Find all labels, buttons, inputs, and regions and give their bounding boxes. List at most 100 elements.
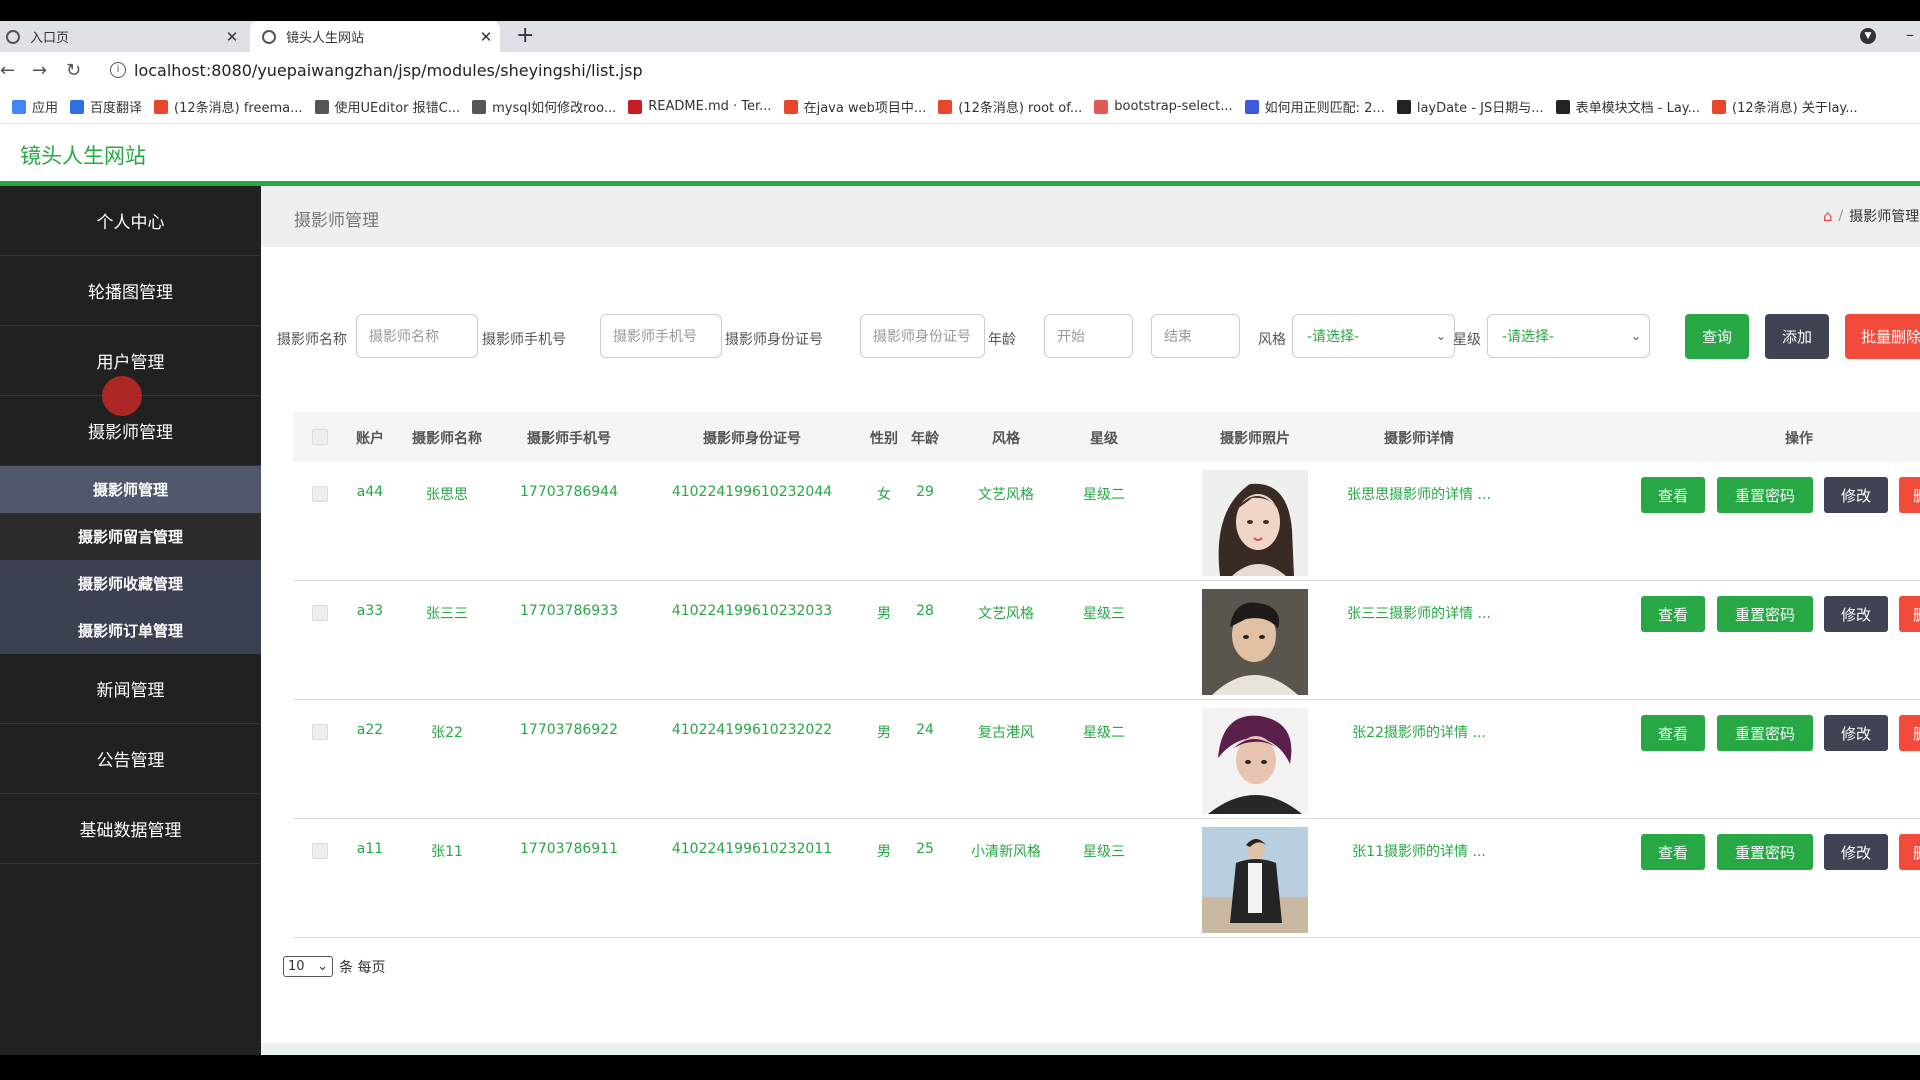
row-checkbox[interactable] <box>312 724 328 740</box>
sidebar-item-base-data[interactable]: 基础数据管理 <box>0 794 261 864</box>
delete-button[interactable]: 删除 <box>1899 834 1920 870</box>
submenu-item-photographer-favorites[interactable]: 摄影师收藏管理 <box>0 560 261 607</box>
name-input[interactable]: 摄影师名称 <box>356 314 478 358</box>
edit-button[interactable]: 修改 <box>1824 477 1888 513</box>
view-button[interactable]: 查看 <box>1641 834 1705 870</box>
cell-account: a11 <box>356 841 384 857</box>
new-tab-icon[interactable]: + <box>516 23 534 48</box>
tab-search-icon[interactable]: ▼ <box>1860 28 1876 44</box>
row-checkbox[interactable] <box>312 843 328 859</box>
view-button[interactable]: 查看 <box>1641 715 1705 751</box>
row-checkbox[interactable] <box>312 605 328 621</box>
site-title[interactable]: 镜头人生网站 <box>20 140 146 170</box>
sidebar: 个人中心 轮播图管理 用户管理 摄影师管理 摄影师管理 摄影师留言管理 摄影师收… <box>0 186 261 1055</box>
cell-gender: 男 <box>877 606 891 622</box>
info-icon[interactable]: i <box>110 62 126 78</box>
reload-icon[interactable]: ↻ <box>66 60 81 81</box>
filter-label-name: 摄影师名称 <box>277 332 347 348</box>
batch-delete-button[interactable]: 批量删除 <box>1845 314 1920 359</box>
bookmark-label: 使用UEditor 报错C... <box>334 101 461 116</box>
back-icon[interactable]: ← <box>0 60 15 81</box>
photographer-photo[interactable] <box>1202 589 1308 695</box>
bookmark-item[interactable]: bootstrap-select... <box>1094 99 1233 114</box>
bookmark-item[interactable]: 如何用正则匹配: 2... <box>1244 97 1385 116</box>
close-icon[interactable]: ✕ <box>218 28 246 46</box>
edit-button[interactable]: 修改 <box>1824 715 1888 751</box>
submenu-item-photographer-orders[interactable]: 摄影师订单管理 <box>0 607 261 654</box>
star-select[interactable]: -请选择- ⌄ <box>1487 314 1650 358</box>
cell-detail[interactable]: 张11摄影师的详情 ... <box>1352 841 1486 861</box>
address-bar: ← → ↻ i localhost:8080/yuepaiwangzhan/js… <box>0 52 1920 90</box>
query-button[interactable]: 查询 <box>1685 314 1749 359</box>
bookmark-label: bootstrap-select... <box>1114 99 1233 114</box>
age-end-input[interactable]: 结束 <box>1151 314 1240 358</box>
bookmark-item[interactable]: 百度翻译 <box>70 97 142 116</box>
bookmark-item[interactable]: (12条消息) root of... <box>938 97 1082 116</box>
reset-password-button[interactable]: 重置密码 <box>1717 477 1813 513</box>
bookmark-item[interactable]: README.md · Ter... <box>628 99 772 114</box>
view-button[interactable]: 查看 <box>1641 477 1705 513</box>
photographer-photo[interactable] <box>1202 827 1308 933</box>
edit-button[interactable]: 修改 <box>1824 596 1888 632</box>
globe-icon <box>6 29 20 44</box>
reset-password-button[interactable]: 重置密码 <box>1717 596 1813 632</box>
delete-button[interactable]: 删除 <box>1899 477 1920 513</box>
bookmark-favicon-icon <box>70 99 85 114</box>
page-size-select[interactable]: 10 ⌄ <box>283 956 333 977</box>
bookmark-item[interactable]: 使用UEditor 报错C... <box>314 97 461 116</box>
sidebar-submenu: 摄影师管理 摄影师留言管理 摄影师收藏管理 摄影师订单管理 <box>0 466 261 654</box>
idcard-input[interactable]: 摄影师身份证号 <box>860 314 985 358</box>
filter-label-star: 星级 <box>1453 332 1481 348</box>
cell-detail[interactable]: 张思思摄影师的详情 ... <box>1347 484 1491 504</box>
photographer-photo[interactable] <box>1202 470 1308 576</box>
edit-button[interactable]: 修改 <box>1824 834 1888 870</box>
sidebar-item-news[interactable]: 新闻管理 <box>0 654 261 724</box>
cell-star: 星级二 <box>1083 487 1125 503</box>
bookmark-item[interactable]: (12条消息) 关于lay... <box>1712 97 1858 116</box>
tab-site[interactable]: 镜头人生网站 ✕ <box>250 21 500 52</box>
cell-account: a33 <box>356 603 384 619</box>
bookmark-label: (12条消息) root of... <box>958 101 1083 116</box>
add-button[interactable]: 添加 <box>1765 314 1829 359</box>
sidebar-item-personal-center[interactable]: 个人中心 <box>0 186 261 256</box>
sidebar-item-notices[interactable]: 公告管理 <box>0 724 261 794</box>
view-button[interactable]: 查看 <box>1641 596 1705 632</box>
cell-style: 文艺风格 <box>978 606 1034 622</box>
minimize-icon[interactable]: – <box>1906 25 1914 44</box>
tab-strip: 入口页 ✕ 镜头人生网站 ✕ + ▼ – <box>0 21 1920 52</box>
table-row: a11 张11 17703786911 410224199610232011 男… <box>293 819 1920 938</box>
cell-name: 张三三 <box>426 606 468 622</box>
close-icon[interactable]: ✕ <box>472 28 500 46</box>
reset-password-button[interactable]: 重置密码 <box>1717 715 1813 751</box>
cell-detail[interactable]: 张22摄影师的详情 ... <box>1352 722 1486 742</box>
cell-detail[interactable]: 张三三摄影师的详情 ... <box>1347 603 1491 623</box>
select-all-checkbox[interactable] <box>312 429 328 445</box>
column-header: 摄影师身份证号 <box>703 431 801 447</box>
row-checkbox[interactable] <box>312 486 328 502</box>
tab-entry-page[interactable]: 入口页 ✕ <box>0 21 246 52</box>
delete-button[interactable]: 删除 <box>1899 596 1920 632</box>
reset-password-button[interactable]: 重置密码 <box>1717 834 1813 870</box>
filter-bar: 摄影师名称 摄影师名称 摄影师手机号 摄影师手机号 摄影师身份证号 摄影师身份证… <box>261 247 1920 372</box>
home-icon[interactable]: ⌂ <box>1823 207 1833 225</box>
bookmark-item[interactable]: 表单模块文档 - Lay... <box>1555 97 1700 116</box>
style-select[interactable]: -请选择- ⌄ <box>1292 314 1455 358</box>
site-header: 镜头人生网站 <box>0 124 1920 186</box>
bookmark-item[interactable]: (12条消息) freema... <box>154 97 303 116</box>
submenu-item-photographer-messages[interactable]: 摄影师留言管理 <box>0 513 261 560</box>
sidebar-item-carousel[interactable]: 轮播图管理 <box>0 256 261 326</box>
bookmark-item[interactable]: 在java web项目中... <box>783 97 927 116</box>
delete-button[interactable]: 删除 <box>1899 715 1920 751</box>
bookmark-item[interactable]: layDate - JS日期与... <box>1396 97 1544 116</box>
forward-icon[interactable]: → <box>32 60 47 81</box>
bookmark-item[interactable]: mysql如何修改roo... <box>472 97 616 116</box>
bookmark-label: 在java web项目中... <box>803 101 927 116</box>
phone-input[interactable]: 摄影师手机号 <box>600 314 722 358</box>
submenu-item-photographer-manage[interactable]: 摄影师管理 <box>0 466 261 513</box>
url-field[interactable]: localhost:8080/yuepaiwangzhan/jsp/module… <box>134 61 643 80</box>
bookmark-label: layDate - JS日期与... <box>1416 101 1544 116</box>
bookmark-item[interactable]: 应用 <box>12 97 58 116</box>
photographer-photo[interactable] <box>1202 708 1308 814</box>
age-start-input[interactable]: 开始 <box>1044 314 1133 358</box>
bookmark-favicon-icon <box>1094 99 1109 114</box>
